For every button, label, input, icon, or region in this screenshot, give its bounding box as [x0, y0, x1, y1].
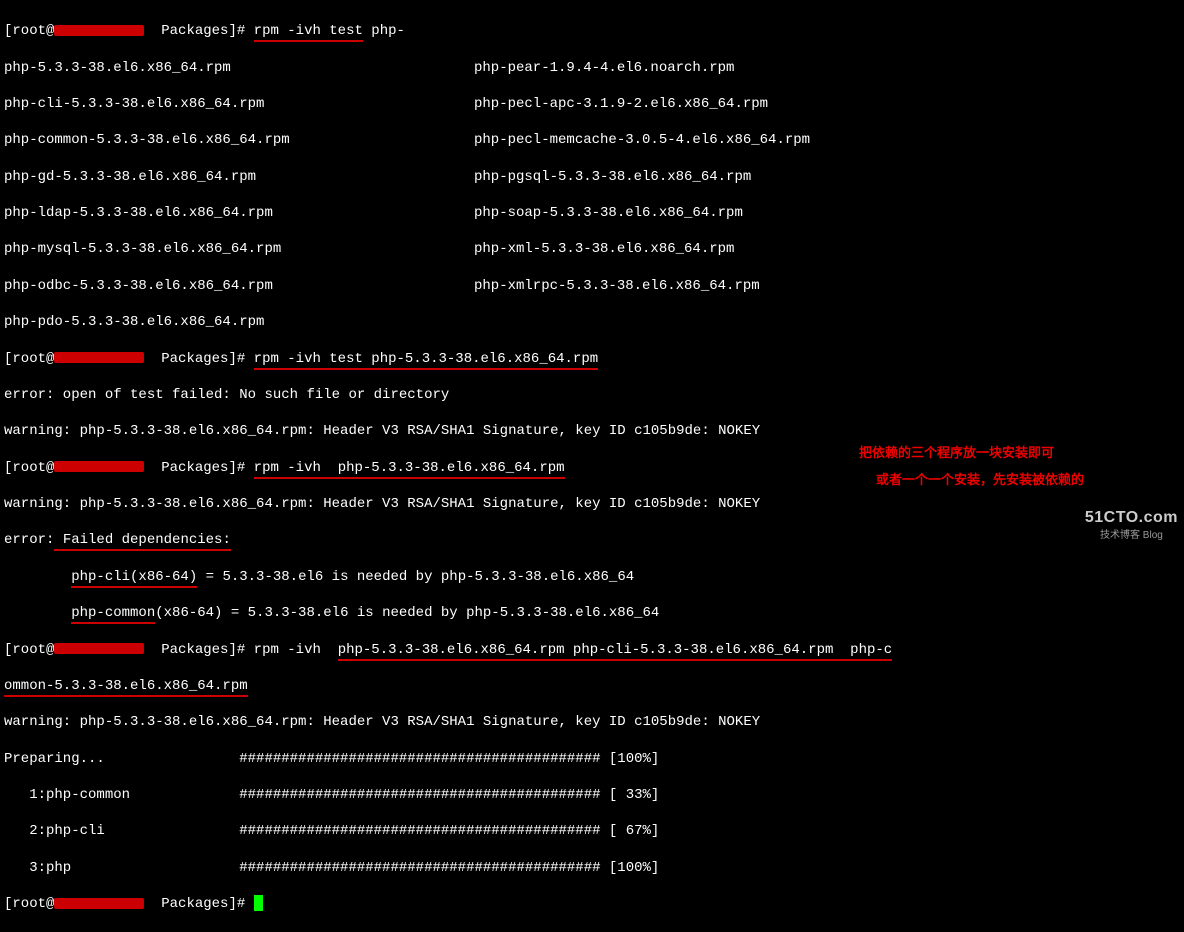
prompt-line-4: [root@ Packages]# rpm -ivh php-5.3.3-38.…: [4, 641, 1180, 659]
terminal[interactable]: [root@ Packages]# rpm -ivh test php- php…: [4, 4, 1180, 932]
dep-line-1: php-cli(x86-64) = 5.3.3-38.el6 is needed…: [4, 568, 1180, 586]
annotation-2: 或者一个一个安装，先安装被依赖的: [876, 472, 1084, 489]
prompt-line-1: [root@ Packages]# rpm -ivh test php-: [4, 22, 1180, 40]
annotation-1: 把依赖的三个程序放一块安装即可: [859, 445, 1054, 462]
watermark: 51CTO.com 技术博客 Blog: [1085, 508, 1178, 542]
warning-sig-2: warning: php-5.3.3-38.el6.x86_64.rpm: He…: [4, 495, 1180, 513]
file-row: php-cli-5.3.3-38.el6.x86_64.rpmphp-pecl-…: [4, 95, 1180, 113]
prompt-line-5: [root@ Packages]#: [4, 895, 1180, 913]
cursor-icon: [254, 895, 263, 911]
file-row: php-ldap-5.3.3-38.el6.x86_64.rpmphp-soap…: [4, 204, 1180, 222]
file-row: php-odbc-5.3.3-38.el6.x86_64.rpmphp-xmlr…: [4, 277, 1180, 295]
warning-sig-1: warning: php-5.3.3-38.el6.x86_64.rpm: He…: [4, 422, 1180, 440]
preparing: Preparing... ###########################…: [4, 750, 1180, 768]
dep-line-2: php-common(x86-64) = 5.3.3-38.el6 is nee…: [4, 604, 1180, 622]
watermark-sub: 技术博客 Blog: [1085, 529, 1178, 542]
error-deps: error: Failed dependencies:: [4, 531, 1180, 549]
progress-1: 1:php-common ###########################…: [4, 786, 1180, 804]
warning-sig-3: warning: php-5.3.3-38.el6.x86_64.rpm: He…: [4, 713, 1180, 731]
file-row: php-pdo-5.3.3-38.el6.x86_64.rpm: [4, 313, 1180, 331]
error-open: error: open of test failed: No such file…: [4, 386, 1180, 404]
file-row: php-5.3.3-38.el6.x86_64.rpmphp-pear-1.9.…: [4, 59, 1180, 77]
prompt-line-2: [root@ Packages]# rpm -ivh test php-5.3.…: [4, 350, 1180, 368]
watermark-domain: 51CTO.com: [1085, 508, 1178, 529]
file-row: php-mysql-5.3.3-38.el6.x86_64.rpmphp-xml…: [4, 240, 1180, 258]
file-row: php-gd-5.3.3-38.el6.x86_64.rpmphp-pgsql-…: [4, 168, 1180, 186]
cmd4-cont: ommon-5.3.3-38.el6.x86_64.rpm: [4, 677, 1180, 695]
progress-3: 3:php ##################################…: [4, 859, 1180, 877]
progress-2: 2:php-cli ##############################…: [4, 822, 1180, 840]
file-row: php-common-5.3.3-38.el6.x86_64.rpmphp-pe…: [4, 131, 1180, 149]
